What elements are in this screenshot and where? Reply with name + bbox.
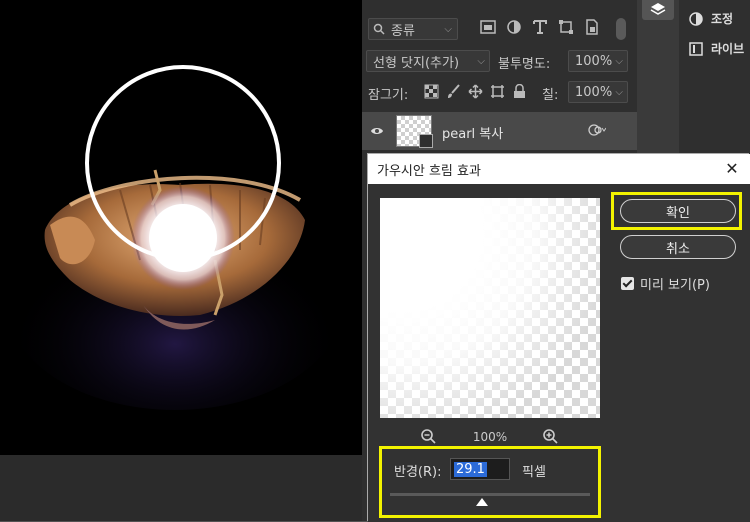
lock-brush-icon[interactable]: [446, 84, 461, 99]
opacity-field[interactable]: 100% ⌵: [568, 50, 628, 72]
zoom-level: 100%: [472, 430, 508, 444]
radius-slider-track[interactable]: [390, 493, 590, 496]
fill-label: 칠:: [542, 88, 559, 103]
blend-mode-value: 선형 닷지(추가): [373, 55, 460, 71]
blur-preview[interactable]: [380, 198, 600, 418]
opacity-value: 100%: [575, 53, 613, 69]
lock-artboard-icon[interactable]: [490, 84, 505, 99]
visibility-eye-icon[interactable]: [370, 124, 384, 138]
chevron-down-icon: ⌵: [477, 55, 485, 67]
zoom-controls: 100%: [420, 428, 560, 446]
blurred-content: [380, 198, 600, 418]
radius-input[interactable]: 29.1: [450, 458, 510, 480]
lock-label: 잠그기:: [368, 88, 409, 103]
type-filter-icon[interactable]: [532, 19, 548, 35]
layers-icon: [650, 3, 666, 15]
filter-toggle[interactable]: [616, 18, 626, 40]
libraries-tab[interactable]: 라이브: [689, 40, 744, 57]
zoom-out-icon[interactable]: [420, 428, 438, 446]
radius-label: 반경(R):: [394, 465, 442, 480]
canvas-pasteboard: [0, 455, 362, 521]
dialog-title-bar[interactable]: 가우시안 흐림 효과 ✕: [368, 154, 750, 184]
radius-value: 29.1: [454, 461, 487, 477]
preview-checkbox[interactable]: [621, 277, 634, 290]
cancel-button-label: 취소: [666, 241, 690, 257]
libraries-icon: [689, 41, 703, 56]
layer-kind-value: 종류: [391, 23, 415, 39]
radius-unit: 픽셀: [522, 465, 546, 480]
layer-filter-icons: [480, 19, 600, 35]
gaussian-blur-dialog: 가우시안 흐림 효과 ✕ 100% 반경(R): 29.1 픽셀 확인 취소 미…: [367, 153, 750, 522]
shape-filter-icon[interactable]: [558, 19, 574, 35]
layer-kind-filter[interactable]: 종류 ⌵: [368, 18, 458, 40]
preview-toggle[interactable]: 미리 보기(P): [621, 274, 710, 293]
chevron-down-icon: ⌵: [615, 86, 623, 98]
cancel-button[interactable]: 취소: [620, 235, 736, 259]
adjustments-label: 조정: [711, 12, 734, 26]
preview-label: 미리 보기(P): [640, 278, 710, 293]
blend-mode-select[interactable]: 선형 닷지(추가) ⌵: [366, 50, 490, 72]
close-icon[interactable]: ✕: [722, 159, 742, 179]
ok-button[interactable]: 확인: [620, 199, 736, 223]
dialog-title: 가우시안 흐림 효과: [377, 163, 481, 179]
opacity-label: 불투명도:: [498, 57, 551, 72]
smart-filter-icon[interactable]: [588, 123, 606, 137]
lock-transparent-icon[interactable]: [424, 84, 439, 99]
artwork-image: [0, 0, 362, 455]
ok-button-label: 확인: [666, 205, 690, 221]
dialog-body: 100% 반경(R): 29.1 픽셀 확인 취소 미리 보기(P): [368, 184, 750, 522]
chevron-down-icon: ⌵: [444, 23, 452, 35]
fill-field[interactable]: 100% ⌵: [568, 81, 628, 103]
smart-object-filter-icon[interactable]: [584, 19, 600, 35]
zoom-in-icon[interactable]: [542, 428, 560, 446]
lock-icons: [424, 83, 527, 99]
adjustments-icon: [689, 11, 703, 26]
search-icon: [373, 23, 385, 35]
libraries-label: 라이브: [711, 42, 745, 56]
lock-all-icon[interactable]: [512, 83, 527, 99]
adjustment-filter-icon[interactable]: [506, 19, 522, 35]
pixel-filter-icon[interactable]: [480, 19, 496, 35]
fill-value: 100%: [575, 84, 613, 100]
document-canvas[interactable]: [0, 0, 362, 521]
lock-move-icon[interactable]: [468, 84, 483, 99]
layer-thumbnail: [396, 115, 433, 148]
radius-highlight-box: 반경(R): 29.1 픽셀: [379, 446, 601, 518]
layers-panel-button[interactable]: [642, 0, 674, 20]
smart-object-badge-icon: [419, 134, 433, 148]
radius-slider-thumb[interactable]: [476, 498, 488, 506]
adjustments-tab[interactable]: 조정: [689, 10, 733, 27]
layer-row[interactable]: pearl 복사: [362, 112, 637, 150]
chevron-down-icon: ⌵: [615, 55, 623, 67]
layer-name[interactable]: pearl 복사: [442, 123, 503, 142]
